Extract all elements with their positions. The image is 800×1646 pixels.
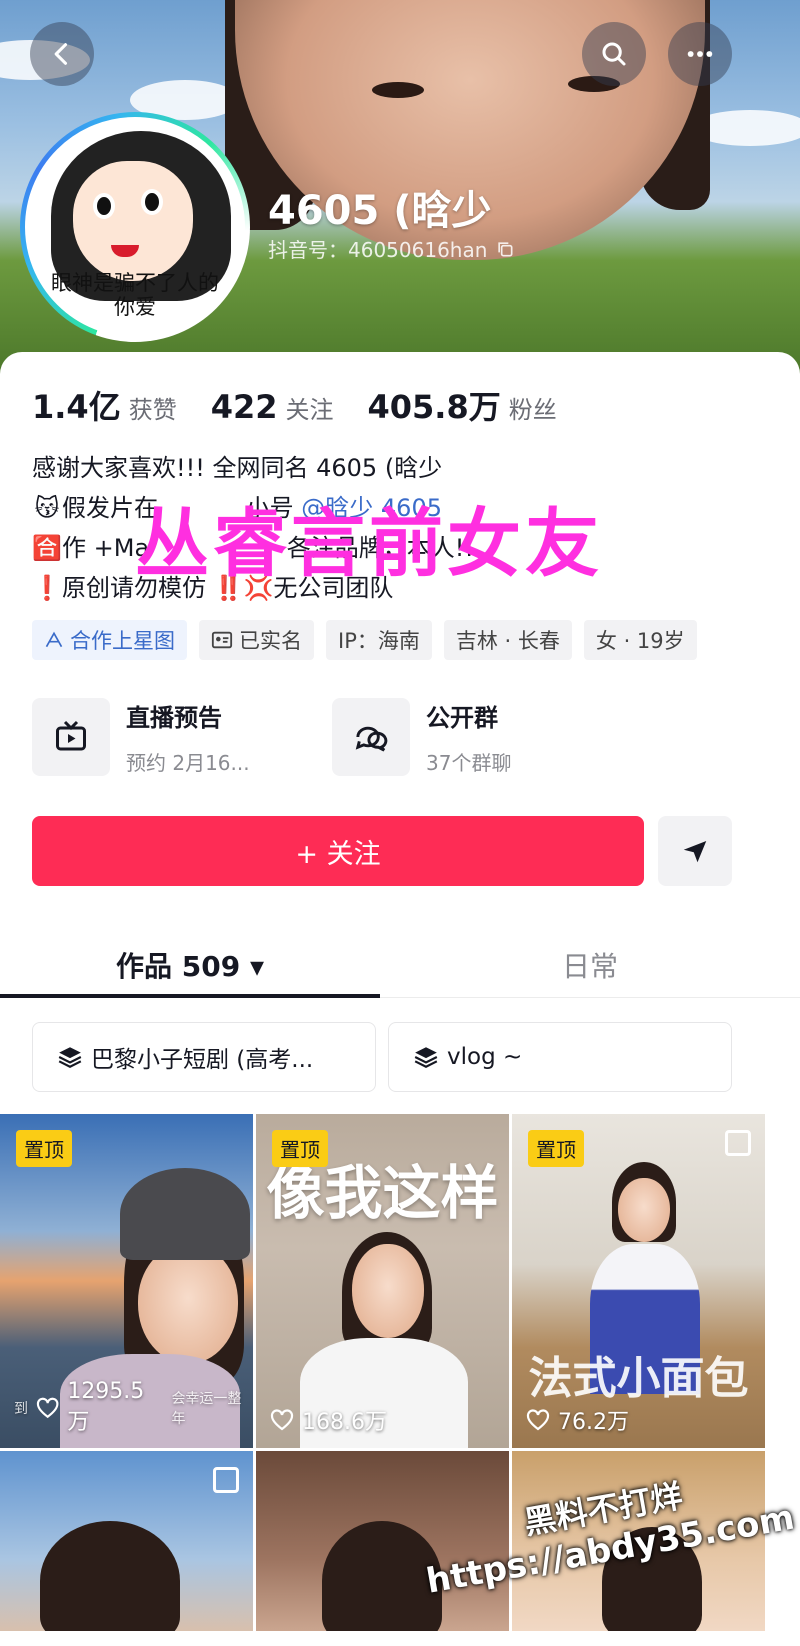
avatar-face <box>73 161 193 281</box>
feature-row: 直播预告 预约 2月16... 公开群 37个群聊 <box>32 698 772 776</box>
collection-vlog[interactable]: vlog ~ <box>388 1022 732 1092</box>
layers-icon <box>58 1047 82 1068</box>
exclamation-emoji: ❗ <box>32 574 62 602</box>
thumb-face <box>618 1178 670 1242</box>
search-icon <box>602 42 626 66</box>
copy-icon[interactable] <box>495 239 515 259</box>
tag-star-map[interactable]: 合作上星图 <box>32 620 187 660</box>
avatar-image: 眼神是骗不了人的 你爱 <box>25 117 245 337</box>
multi-image-icon <box>725 1130 751 1156</box>
share-button[interactable] <box>658 816 732 886</box>
like-count: 到 1295.5万 会幸运一整年 <box>14 1379 253 1436</box>
banner-eye <box>372 82 424 98</box>
collection-label: vlog ~ <box>447 1044 523 1070</box>
profile-nickname: 4605 (晗少 <box>268 188 492 234</box>
video-thumbnail[interactable]: 像我这样 置顶 168.6万 <box>256 1114 509 1448</box>
video-thumbnail[interactable] <box>0 1451 253 1631</box>
heart-icon <box>36 1397 59 1418</box>
heart-icon <box>526 1409 550 1431</box>
stat-label: 粉丝 <box>508 396 557 424</box>
video-overlay-text: 法式小面包 <box>528 1353 749 1404</box>
video-caption: 到 <box>14 1400 28 1417</box>
back-arrow-icon <box>54 43 68 65</box>
thumb-hair <box>40 1521 180 1631</box>
star-map-icon <box>45 631 63 648</box>
collection-paris-drama[interactable]: 巴黎小子短剧 (高考... <box>32 1022 376 1092</box>
douyin-id[interactable]: 抖音号：46050616han <box>268 234 515 263</box>
stats-row: 1.4亿 获赞 422 关注 405.8万 粉丝 <box>32 382 591 428</box>
cooperate-emoji: 🈴 <box>32 534 62 562</box>
layers-icon <box>414 1047 438 1068</box>
tag-verified[interactable]: 已实名 <box>199 620 314 660</box>
cat-emoji: 😽 <box>34 494 60 522</box>
feature-icon-box <box>32 698 110 776</box>
avatar[interactable]: 眼神是骗不了人的 你爱 <box>20 112 250 342</box>
more-dots-icon <box>687 51 713 57</box>
stat-label: 关注 <box>285 396 334 424</box>
thumb-face <box>352 1244 424 1338</box>
tv-icon <box>56 720 86 751</box>
follow-button[interactable]: + 关注 <box>32 816 644 886</box>
chat-bubbles-icon <box>355 726 388 752</box>
tag-gender-age: 女 · 19岁 <box>583 620 697 660</box>
avatar-eye <box>141 189 163 215</box>
pinned-badge: 置顶 <box>528 1130 584 1167</box>
tag-location: 吉林 · 长春 <box>443 620 572 660</box>
tag-label: 已实名 <box>239 629 302 653</box>
avatar-caption-line: 眼神是骗不了人的 <box>51 271 219 295</box>
id-card-icon <box>211 631 233 649</box>
like-count: 76.2万 <box>526 1404 629 1436</box>
tag-label: 合作上星图 <box>70 629 175 653</box>
live-preview-entry[interactable]: 直播预告 预约 2月16... <box>32 698 332 776</box>
tag-label: IP：海南 <box>338 629 420 653</box>
video-caption: 会幸运一整年 <box>171 1390 242 1427</box>
public-group-entry[interactable]: 公开群 37个群聊 <box>332 698 632 776</box>
bio-line: 感谢大家喜欢!!! 全网同名 4605 (晗少 <box>32 454 443 482</box>
like-count-text: 168.6万 <box>302 1410 387 1435</box>
stat-value: 405.8万 <box>367 388 501 426</box>
tag-label: 吉林 · 长春 <box>455 629 560 653</box>
like-count-text: 76.2万 <box>558 1410 629 1435</box>
stat-followers[interactable]: 405.8万 粉丝 <box>368 382 557 428</box>
feature-icon-box <box>332 698 410 776</box>
stat-value: 422 <box>210 388 278 426</box>
avatar-caption: 眼神是骗不了人的 你爱 <box>31 271 239 319</box>
overlay-watermark-text: 丛睿言前女友 <box>135 501 603 587</box>
pinned-badge: 置顶 <box>16 1130 72 1167</box>
tag-ip: IP：海南 <box>326 620 432 660</box>
heart-icon <box>270 1409 294 1431</box>
avatar-eye <box>93 193 115 219</box>
profile-card: 1.4亿 获赞 422 关注 405.8万 粉丝 感谢大家喜欢!!! 全网同名 … <box>0 352 800 1646</box>
search-button[interactable] <box>582 22 646 86</box>
like-count-text: 1295.5万 <box>67 1379 145 1435</box>
collection-label: 巴黎小子短剧 (高考... <box>91 1047 314 1073</box>
profile-tags: 合作上星图 已实名 IP：海南 吉林 · 长春 女 · 19岁 <box>32 620 697 660</box>
feature-subtitle: 预约 2月16... <box>126 751 250 775</box>
tab-works[interactable]: 作品 509 ▾ <box>0 932 380 998</box>
pinned-badge: 置顶 <box>272 1130 328 1167</box>
send-icon <box>683 841 707 863</box>
douyin-id-text: 抖音号：46050616han <box>268 238 488 262</box>
like-count: 168.6万 <box>270 1404 387 1436</box>
content-tabs: 作品 509 ▾ 日常 <box>0 932 800 998</box>
feature-title: 公开群 <box>426 704 498 732</box>
thumb-face <box>138 1244 238 1364</box>
stat-following[interactable]: 422 关注 <box>211 388 334 426</box>
thumb-beanie <box>120 1168 250 1260</box>
feature-subtitle: 37个群聊 <box>426 751 512 775</box>
video-thumbnail[interactable]: 置顶 到 1295.5万 会幸运一整年 <box>0 1114 253 1448</box>
tag-label: 女 · 19岁 <box>595 629 685 653</box>
stat-value: 1.4亿 <box>32 388 121 426</box>
stat-likes[interactable]: 1.4亿 获赞 <box>32 382 177 428</box>
more-button[interactable] <box>668 22 732 86</box>
video-thumbnail[interactable]: 法式小面包 置顶 76.2万 <box>512 1114 765 1448</box>
stat-label: 获赞 <box>128 396 177 424</box>
feature-title: 直播预告 <box>126 704 222 732</box>
multi-image-icon <box>213 1467 239 1493</box>
avatar-caption-line: 你爱 <box>114 295 156 319</box>
collections-row: 巴黎小子短剧 (高考... vlog ~ <box>32 1022 732 1092</box>
back-button[interactable] <box>30 22 94 86</box>
tab-daily[interactable]: 日常 <box>380 932 800 997</box>
